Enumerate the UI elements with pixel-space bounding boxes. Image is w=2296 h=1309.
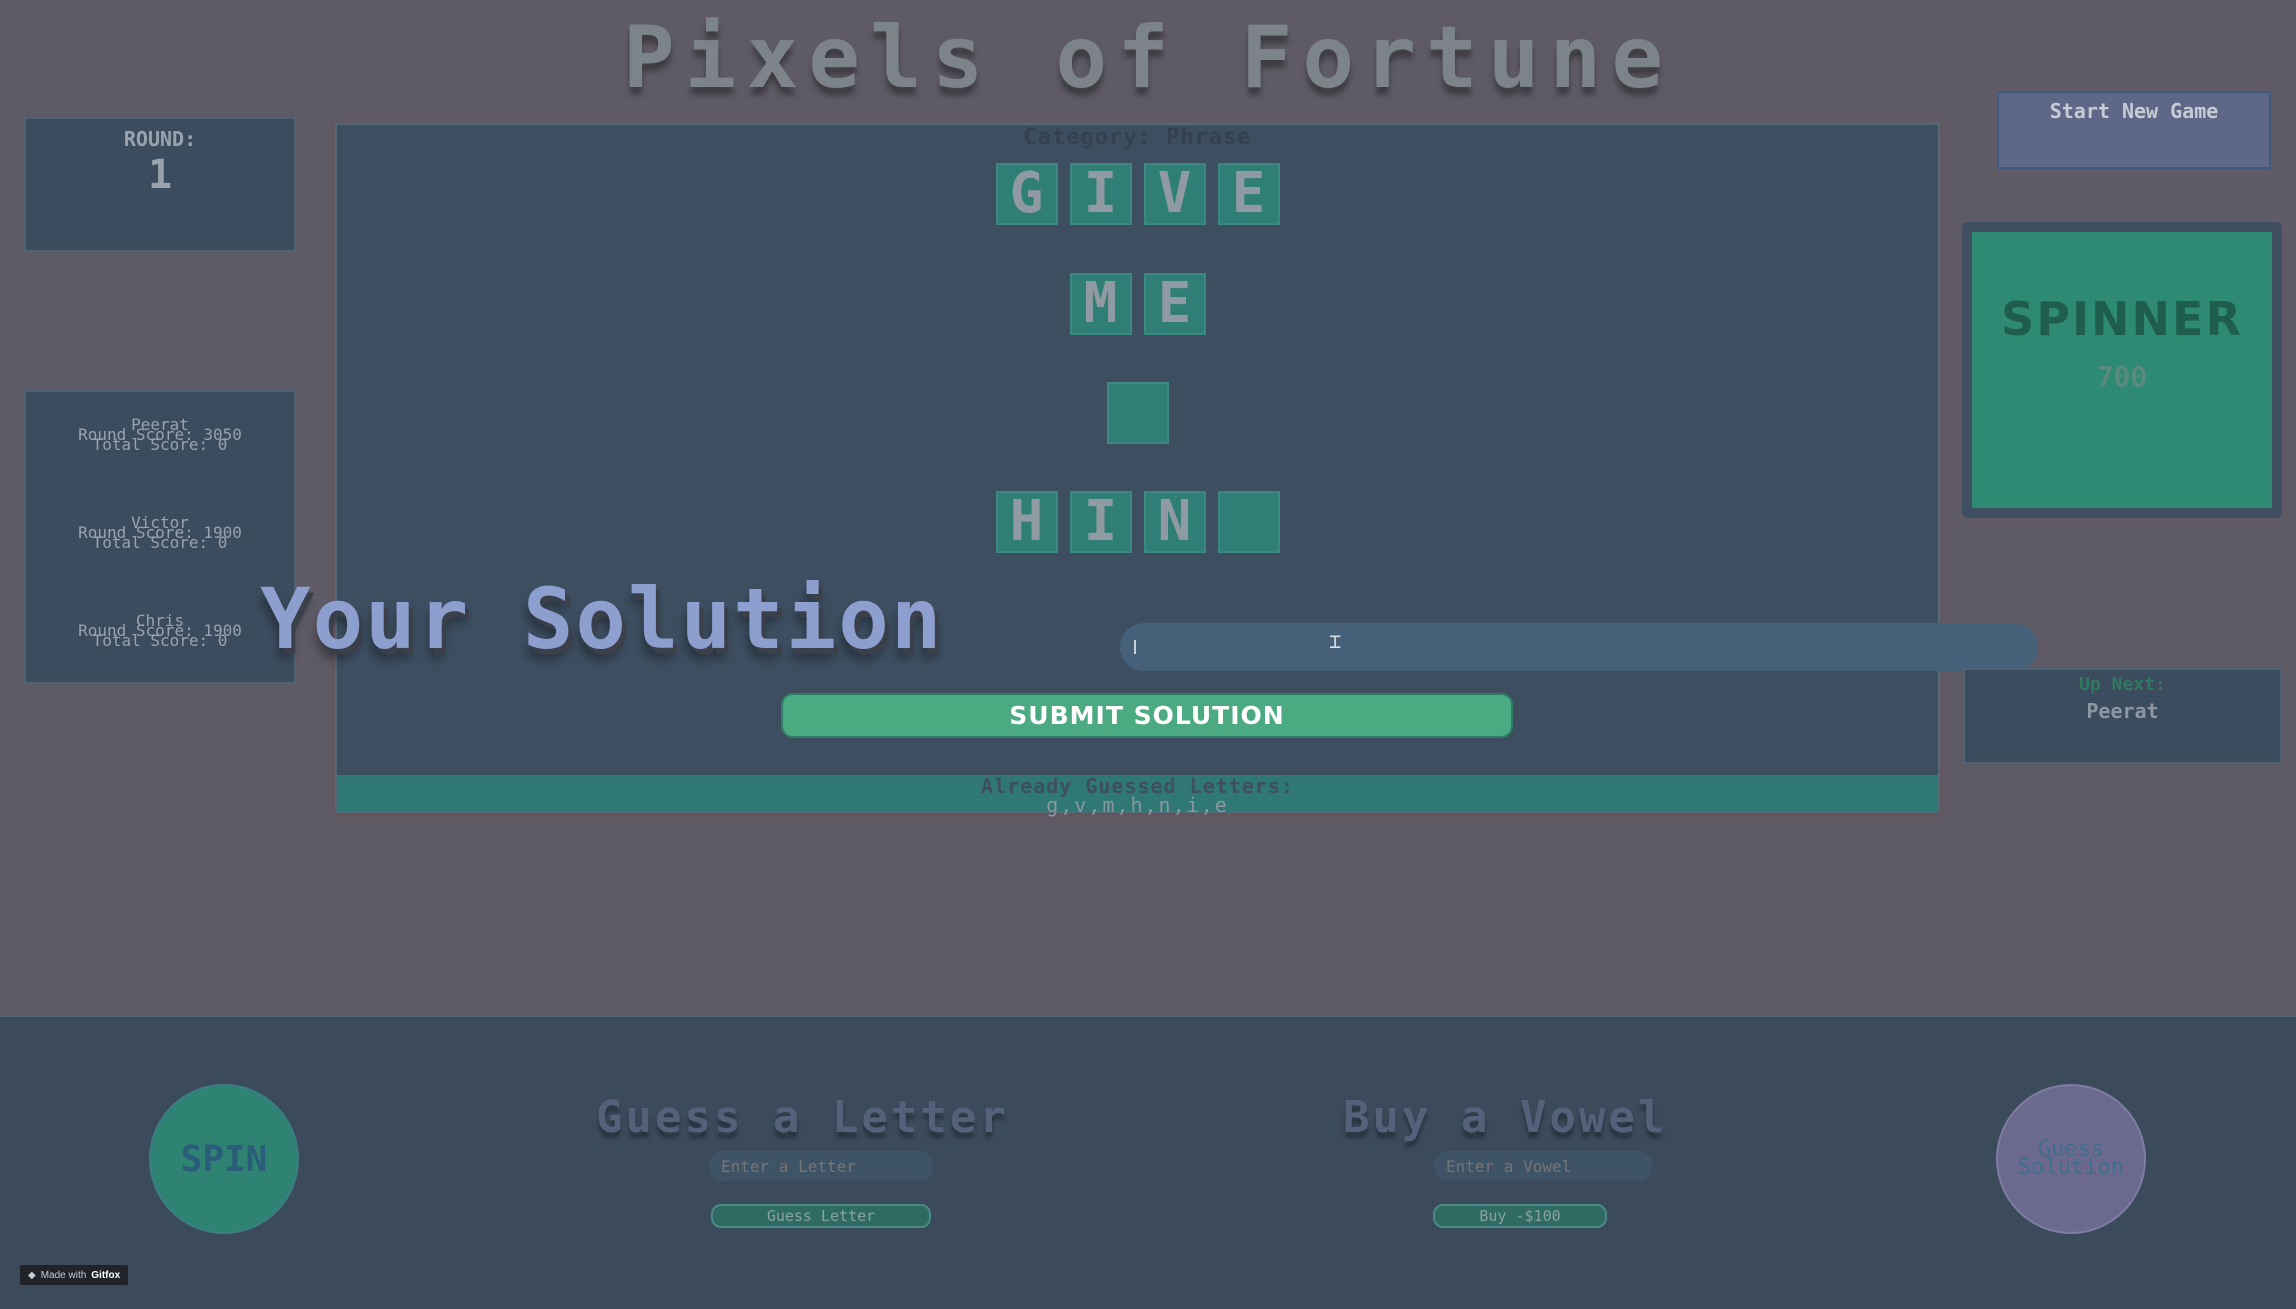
up-next-label: Up Next: xyxy=(2079,674,2166,695)
letter-input[interactable] xyxy=(709,1151,933,1181)
round-value: 1 xyxy=(147,152,173,198)
spin-button[interactable]: SPIN xyxy=(149,1084,299,1234)
player-total-score: Total Score: 0 xyxy=(92,533,228,552)
buy-vowel-button[interactable]: Buy -$100 xyxy=(1433,1204,1607,1228)
player-card: Victor Round Score: 1900 Total Score: 0 xyxy=(26,515,294,552)
guessed-letters-value: g,v,m,h,n,i,e xyxy=(1046,793,1229,817)
game-title: Pixels of Fortune xyxy=(622,8,1674,108)
puzzle-word-row: M E xyxy=(337,273,1938,335)
letter-tile: I xyxy=(1069,163,1132,225)
letter-tile: V xyxy=(1143,163,1206,225)
made-with-badge[interactable]: ◆ Made with Gitfox xyxy=(20,1265,129,1285)
puzzle-word-row xyxy=(337,382,1938,444)
player-total-score: Total Score: 0 xyxy=(92,435,228,454)
players-panel: Peerat Round Score: 3050 Total Score: 0 … xyxy=(24,390,296,684)
spinner-value: 700 xyxy=(2096,360,2148,393)
letter-tile: G xyxy=(995,163,1058,225)
guess-letter-button[interactable]: Guess Letter xyxy=(711,1204,931,1228)
guess-letter-title: Guess a Letter xyxy=(596,1092,1009,1143)
puzzle-word-row: G I V E xyxy=(337,163,1938,225)
round-label: ROUND: xyxy=(123,127,197,151)
letter-tile xyxy=(1217,491,1280,553)
vowel-input[interactable] xyxy=(1434,1151,1652,1181)
ibeam-cursor-icon: ⌶ xyxy=(1329,629,1342,653)
badge-text: Made with xyxy=(40,1269,87,1281)
controls-bar xyxy=(0,1015,2296,1309)
guess-solution-button[interactable]: Guess Solution xyxy=(1996,1084,2146,1234)
player-card: Chris Round Score: 1900 Total Score: 0 xyxy=(26,613,294,650)
spinner-panel: SPINNER 700 xyxy=(1962,222,2282,518)
letter-tile xyxy=(1106,382,1169,444)
letter-tile: E xyxy=(1217,163,1280,225)
letter-tile: I xyxy=(1069,491,1132,553)
badge-brand: Gitfox xyxy=(91,1269,121,1281)
letter-tile: N xyxy=(1143,491,1206,553)
buy-vowel-title: Buy a Vowel xyxy=(1343,1092,1668,1143)
guessed-letters-bar: Already Guessed Letters: g,v,m,h,n,i,e xyxy=(337,775,1938,815)
round-panel: ROUND: 1 xyxy=(24,117,296,252)
up-next-panel: Up Next: Peerat xyxy=(1963,668,2282,764)
letter-tile: M xyxy=(1069,273,1132,335)
player-card: Peerat Round Score: 3050 Total Score: 0 xyxy=(26,417,294,454)
solution-heading: Your Solution xyxy=(260,570,944,668)
fox-logo-icon: ◆ xyxy=(28,1269,36,1281)
player-total-score: Total Score: 0 xyxy=(92,631,228,650)
text-caret xyxy=(1134,640,1136,654)
category-label: Category: Phrase xyxy=(1023,125,1252,150)
puzzle-word-row: H I N xyxy=(337,491,1938,553)
start-new-game-button[interactable]: Start New Game xyxy=(1997,91,2271,169)
solution-input[interactable] xyxy=(1120,623,2038,671)
spinner-title: SPINNER xyxy=(2001,292,2243,346)
letter-tile: E xyxy=(1143,273,1206,335)
letter-tile: H xyxy=(995,491,1058,553)
up-next-player: Peerat xyxy=(2086,699,2159,723)
submit-solution-button[interactable]: SUBMIT SOLUTION xyxy=(781,693,1513,738)
